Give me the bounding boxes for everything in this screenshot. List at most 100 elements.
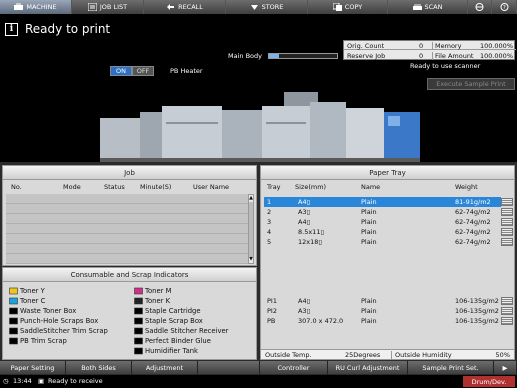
tray-size-cell: 8.5x11▯ (298, 228, 325, 236)
tab-job-list[interactable]: JOB LIST (72, 0, 144, 14)
help-icon: ? (500, 3, 508, 11)
consumable-item: Punch-Hole Scraps Box (9, 316, 98, 325)
tray-size-cell: A3▯ (298, 307, 311, 315)
consumable-icon (9, 337, 18, 345)
consumable-label: Toner M (145, 286, 172, 295)
adjustment-button[interactable]: Adjustment (132, 361, 198, 374)
tray-col-tray: Tray (267, 183, 281, 191)
consumable-icon (134, 337, 143, 345)
tray-name-cell: Plain (361, 198, 377, 206)
tray-size-cell: 12x18▯ (298, 238, 322, 246)
job-list-icon (87, 3, 97, 11)
tray-row[interactable]: PB 307.0 x 472.0 Plain 106-135g/m2 (264, 316, 501, 326)
job-list[interactable] (6, 194, 250, 264)
tray-row[interactable]: 2 A3▯ Plain 62-74g/m2 (264, 207, 501, 217)
job-row[interactable] (6, 234, 250, 244)
job-column-headers: No. Mode Status Minute(S) User Name (3, 183, 256, 193)
tray-tray-cell: 3 (267, 218, 272, 226)
scan-icon (412, 4, 422, 10)
tray-row[interactable]: 4 8.5x11▯ Plain 62-74g/m2 (264, 227, 501, 237)
tray-tray-cell: PI1 (267, 297, 277, 305)
pb-heater-switch: ON OFF (110, 66, 154, 76)
outside-temp-label: Outside Temp. (265, 351, 312, 359)
job-scrollbar[interactable]: ▲ ▼ (248, 194, 254, 264)
file-amount-value: 100.000% (479, 52, 513, 60)
scroll-up-icon[interactable]: ▲ (249, 195, 253, 202)
tab-machine[interactable]: MACHINE (0, 0, 72, 14)
tray-weight-cell: 62-74g/m2 (455, 228, 491, 236)
tray-size-cell: A3▯ (298, 208, 311, 216)
on-button[interactable]: ON (110, 66, 132, 76)
execute-sample-print-button[interactable]: Execute Sample Print (427, 78, 515, 90)
globe-icon (475, 3, 484, 11)
consumable-icon (134, 327, 143, 335)
outside-humidity-label: Outside Humidity (391, 351, 452, 359)
paper-level-icon (501, 218, 513, 226)
tray-row[interactable]: PI1 A4▯ Plain 106-135g/m2 (264, 296, 501, 306)
paper-level-icon (501, 307, 513, 315)
tray-tray-cell: 1 (267, 198, 272, 206)
tray-size-cell: A4▯ (298, 297, 311, 305)
help-button[interactable]: ? (492, 0, 517, 14)
both-sides-button[interactable]: Both Sides (66, 361, 132, 374)
scroll-down-icon[interactable]: ▼ (249, 256, 253, 263)
ru-curl-adjustment-button[interactable]: RU Curl Adjustment (328, 361, 408, 374)
consumable-label: Punch-Hole Scraps Box (20, 316, 99, 325)
tray-weight-cell: 106-135g/m2 (455, 297, 499, 305)
consumable-item: SaddleStitcher Trim Scrap (9, 326, 108, 335)
tray-row[interactable]: 1 A4▯ Plain 81-91g/m2 (264, 197, 501, 207)
status-title: Ready to print (25, 22, 111, 36)
svg-text:?: ? (503, 5, 506, 11)
job-row[interactable] (6, 244, 250, 254)
drum-dev-button[interactable]: Drum/Dev. (463, 376, 515, 387)
paper-level-icon (501, 228, 513, 236)
tray-name-cell: Plain (361, 317, 377, 325)
tray-row[interactable]: 5 12x18▯ Plain 62-74g/m2 (264, 237, 501, 247)
orig-count-value: 0 (419, 42, 424, 50)
job-col-minute: Minute(S) (140, 183, 172, 191)
job-panel-title: Job (3, 166, 256, 180)
time-display: 13:44 (13, 377, 32, 385)
consumable-item: Staple Cartridge (134, 306, 201, 315)
consumable-title: Consumable and Scrap Indicators (3, 268, 256, 282)
job-row[interactable] (6, 224, 250, 234)
off-button[interactable]: OFF (132, 66, 154, 76)
tray-name-cell: Plain (361, 218, 377, 226)
job-row[interactable] (6, 254, 250, 264)
consumable-item: Toner Y (9, 286, 45, 295)
tab-store[interactable]: STORE (226, 0, 308, 14)
tab-recall[interactable]: RECALL (144, 0, 226, 14)
tab-copy[interactable]: COPY (308, 0, 388, 14)
tray-row[interactable]: PI2 A3▯ Plain 106-135g/m2 (264, 306, 501, 316)
globe-button[interactable] (468, 0, 492, 14)
tray-column-headers: Tray Size(mm) Name Weight (261, 183, 514, 193)
tray-row[interactable]: 3 A4▯ Plain 62-74g/m2 (264, 217, 501, 227)
tray-weight-cell: 106-135g/m2 (455, 317, 499, 325)
next-page-button[interactable]: ▶ (494, 361, 517, 374)
controller-button[interactable]: Controller (260, 361, 328, 374)
memory-value: 100.000% (479, 42, 513, 50)
tray-size-cell: A4▯ (298, 218, 311, 226)
consumable-icon (134, 297, 143, 305)
consumable-label: Humidifier Tank (145, 346, 198, 355)
job-row[interactable] (6, 204, 250, 214)
consumable-label: Toner K (145, 296, 171, 305)
tray-weight-cell: 62-74g/m2 (455, 208, 491, 216)
store-icon (250, 5, 258, 10)
paper-level-icon (501, 198, 513, 206)
consumable-icon (134, 287, 143, 295)
job-row[interactable] (6, 194, 250, 204)
consumable-icon (134, 317, 143, 325)
paper-setting-button[interactable]: Paper Setting (0, 361, 66, 374)
blank-button[interactable] (198, 361, 260, 374)
paper-tray-panel: Paper Tray Tray Size(mm) Name Weight 1 A4… (260, 165, 515, 360)
copy-icon (332, 3, 342, 11)
consumable-icon (134, 347, 143, 355)
sample-print-set-button[interactable]: Sample Print Set. (408, 361, 494, 374)
tray-tray-cell: 4 (267, 228, 272, 236)
job-row[interactable] (6, 214, 250, 224)
tab-scan[interactable]: SCAN (388, 0, 468, 14)
tray-size-cell: A4▯ (298, 198, 311, 206)
pb-heater-label: PB Heater (170, 67, 203, 75)
status-header: i Ready to print Main Body Orig. Count 0… (0, 14, 517, 60)
